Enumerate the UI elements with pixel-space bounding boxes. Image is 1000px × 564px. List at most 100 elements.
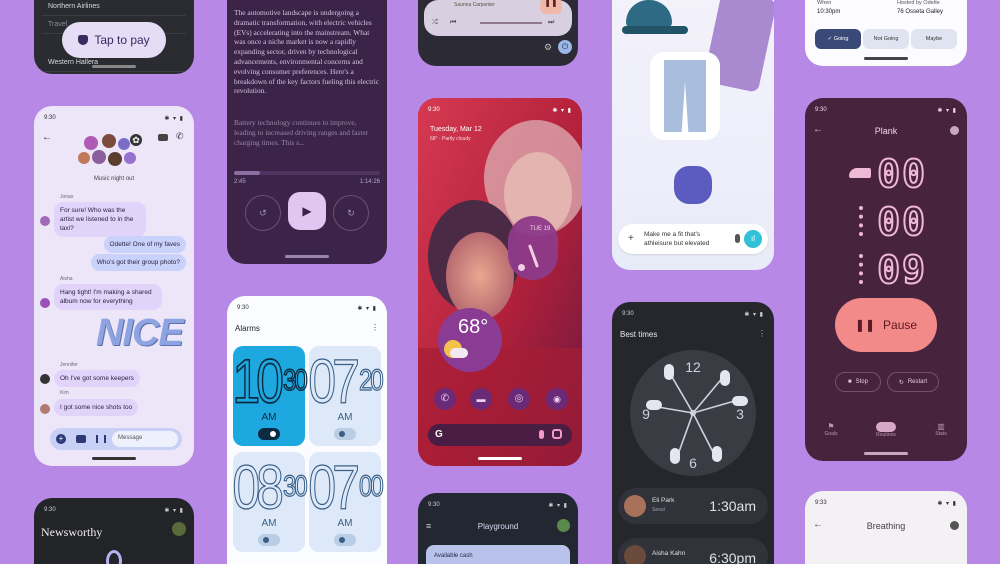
forward-icon[interactable]: ↻ (333, 195, 369, 231)
lens-icon[interactable] (552, 429, 562, 439)
camera-icon[interactable] (76, 435, 86, 443)
next-icon[interactable]: ⏭ (548, 19, 554, 27)
wallpaper-photo (418, 98, 582, 466)
pause-button[interactable]: ❚❚ (540, 0, 562, 14)
contact-place: Seoul (652, 507, 665, 513)
mic-icon[interactable] (539, 430, 544, 439)
phone-call-icon[interactable]: ✆ (176, 131, 184, 142)
group-avatars[interactable]: ✿ (78, 134, 148, 170)
stopwatch-digits-seconds: 09 (876, 247, 927, 293)
article-paragraph-faded: Battery technology continues to improve,… (234, 118, 369, 147)
app-title: Playground (477, 522, 519, 531)
more-icon[interactable]: ⋮ (371, 323, 379, 332)
message-bubble[interactable]: Oh I've got some keepers (54, 370, 140, 387)
alarm-toggle[interactable] (258, 428, 280, 440)
restart-button[interactable]: ↻ Restart (887, 372, 939, 392)
settings-icon[interactable]: ✿ (130, 134, 142, 146)
message-bubble[interactable]: Hang tight! I'm making a shared album no… (54, 284, 162, 310)
alarm-card[interactable]: 07 20 AM (308, 346, 384, 446)
clock-widget[interactable]: TUE 19 (508, 216, 558, 280)
profile-avatar[interactable] (172, 522, 186, 536)
mic-icon[interactable] (735, 234, 740, 243)
alarm-toggle[interactable] (334, 534, 356, 546)
restart-label: Restart (907, 379, 928, 385)
cloud-icon (450, 348, 468, 358)
rsvp-maybe-button[interactable]: Maybe (911, 29, 957, 49)
back-arrow-icon[interactable]: ← (42, 132, 52, 143)
voice-button[interactable]: ıl (744, 230, 762, 248)
alarm-toggle[interactable] (258, 534, 280, 546)
event-place: 76 Osseta Galley (897, 9, 944, 15)
tap-to-pay-label: Tap to pay (94, 33, 150, 47)
stopwatch-digits-hours: 00 (876, 151, 927, 197)
voice-icon[interactable] (96, 435, 106, 443)
rsvp-going-button[interactable]: ✓ Going (815, 29, 861, 49)
wallet-phone: Northern Airlines Travel Western Hallera… (34, 0, 194, 74)
alarm-card[interactable]: 08 30 AM (232, 452, 308, 552)
info-icon[interactable] (950, 126, 959, 135)
alarm-card-active[interactable]: 10 30 AM (232, 346, 308, 446)
media-card: Saunna Carpenter ⤮ ⏮ ⏭ ❚❚ (424, 0, 572, 36)
previous-icon[interactable]: ⏮ (450, 19, 456, 27)
alarm-minute: 20 (358, 363, 384, 398)
nice-sticker: NICE (96, 312, 184, 354)
numeral-6: 6 (689, 455, 697, 471)
message-input[interactable]: Message (112, 431, 178, 447)
chrome-app-icon[interactable]: ◎ (508, 388, 530, 410)
add-icon[interactable]: + (628, 233, 634, 244)
reader-phone: The automotive landscape is undergoing a… (227, 0, 387, 264)
wallet-card-row[interactable]: Northern Airlines (42, 0, 186, 16)
tap-to-pay-button[interactable]: Tap to pay (62, 22, 166, 58)
contact-time: 6:30pm (709, 550, 756, 564)
camera-app-icon[interactable]: ◉ (546, 388, 568, 410)
search-bar[interactable]: G (428, 424, 572, 446)
contact-name: Eli Park (652, 497, 675, 504)
pants-card[interactable] (650, 52, 720, 140)
info-icon[interactable] (950, 521, 959, 530)
alarm-card[interactable]: 07 00 AM (308, 452, 384, 552)
prompt-bar[interactable]: + Make me a fit that's athleisure but el… (618, 224, 768, 254)
world-clock-row[interactable]: Eli Park Seoul 1:30am (618, 488, 768, 524)
seek-bar[interactable] (480, 22, 542, 24)
phone-app-icon[interactable]: ✆ (434, 388, 456, 410)
settings-icon[interactable]: ⚙ (544, 42, 552, 53)
nav-routines[interactable]: Routines (866, 422, 906, 438)
shuffle-icon[interactable]: ⤮ (432, 19, 438, 27)
message-bubble[interactable]: Odette! One of my faves (103, 236, 186, 253)
media-phone: Saunna Carpenter ⤮ ⏮ ⏭ ❚❚ ⚙ ⏻ (418, 0, 578, 66)
messages-app-icon[interactable]: ▬ (470, 388, 492, 410)
profile-avatar[interactable] (557, 519, 570, 532)
video-call-icon[interactable] (158, 134, 168, 141)
when-label: When (817, 0, 832, 6)
pause-button[interactable]: ❚❚ Pause (835, 298, 937, 352)
cash-card[interactable]: Available cash (426, 545, 570, 564)
rsvp-notgoing-button[interactable]: Not Going (863, 29, 909, 49)
alarm-hour: 10 (232, 346, 285, 416)
weather-line[interactable]: 68° · Partly cloudy (430, 136, 471, 142)
stop-label: Stop (855, 379, 868, 385)
date-label[interactable]: Tuesday, Mar 12 (430, 126, 482, 133)
prompt-text[interactable]: Make me a fit that's athleisure but elev… (644, 230, 726, 248)
message-bubble[interactable]: For sure! Who was the artist we listened… (54, 202, 146, 237)
weather-widget[interactable]: 68° (438, 308, 502, 372)
stop-icon: ■ (848, 379, 852, 385)
message-bubble[interactable]: Who's got their group photo? (90, 254, 186, 271)
more-icon[interactable]: ⋮ (758, 329, 766, 338)
message-bubble[interactable]: I got some nice shots too (54, 399, 139, 416)
power-icon[interactable]: ⏻ (558, 40, 572, 54)
play-button[interactable]: ▶ (288, 192, 326, 230)
nav-goals[interactable]: ⚑ Goals (811, 422, 851, 437)
colon-icon (859, 254, 865, 284)
group-name[interactable]: Music night out (34, 176, 194, 182)
alarm-toggle[interactable] (334, 428, 356, 440)
nav-stats[interactable]: ▥ Stats (921, 422, 961, 437)
status-time: 9:30 (428, 502, 440, 508)
progress-track[interactable] (234, 171, 380, 175)
stop-button[interactable]: ■ Stop (835, 372, 881, 392)
numeral-12: 12 (685, 359, 701, 375)
world-clock-row[interactable]: Aisha Kahn 6:30pm (618, 538, 768, 564)
alarms-phone: 9:30 ✱ ▾ ▮ Alarms ⋮ 10 30 AM 07 20 AM 08 30 … (227, 296, 387, 564)
add-icon[interactable]: + (56, 434, 66, 444)
hat-image[interactable] (626, 0, 672, 28)
rewind-icon[interactable]: ↺ (245, 195, 281, 231)
